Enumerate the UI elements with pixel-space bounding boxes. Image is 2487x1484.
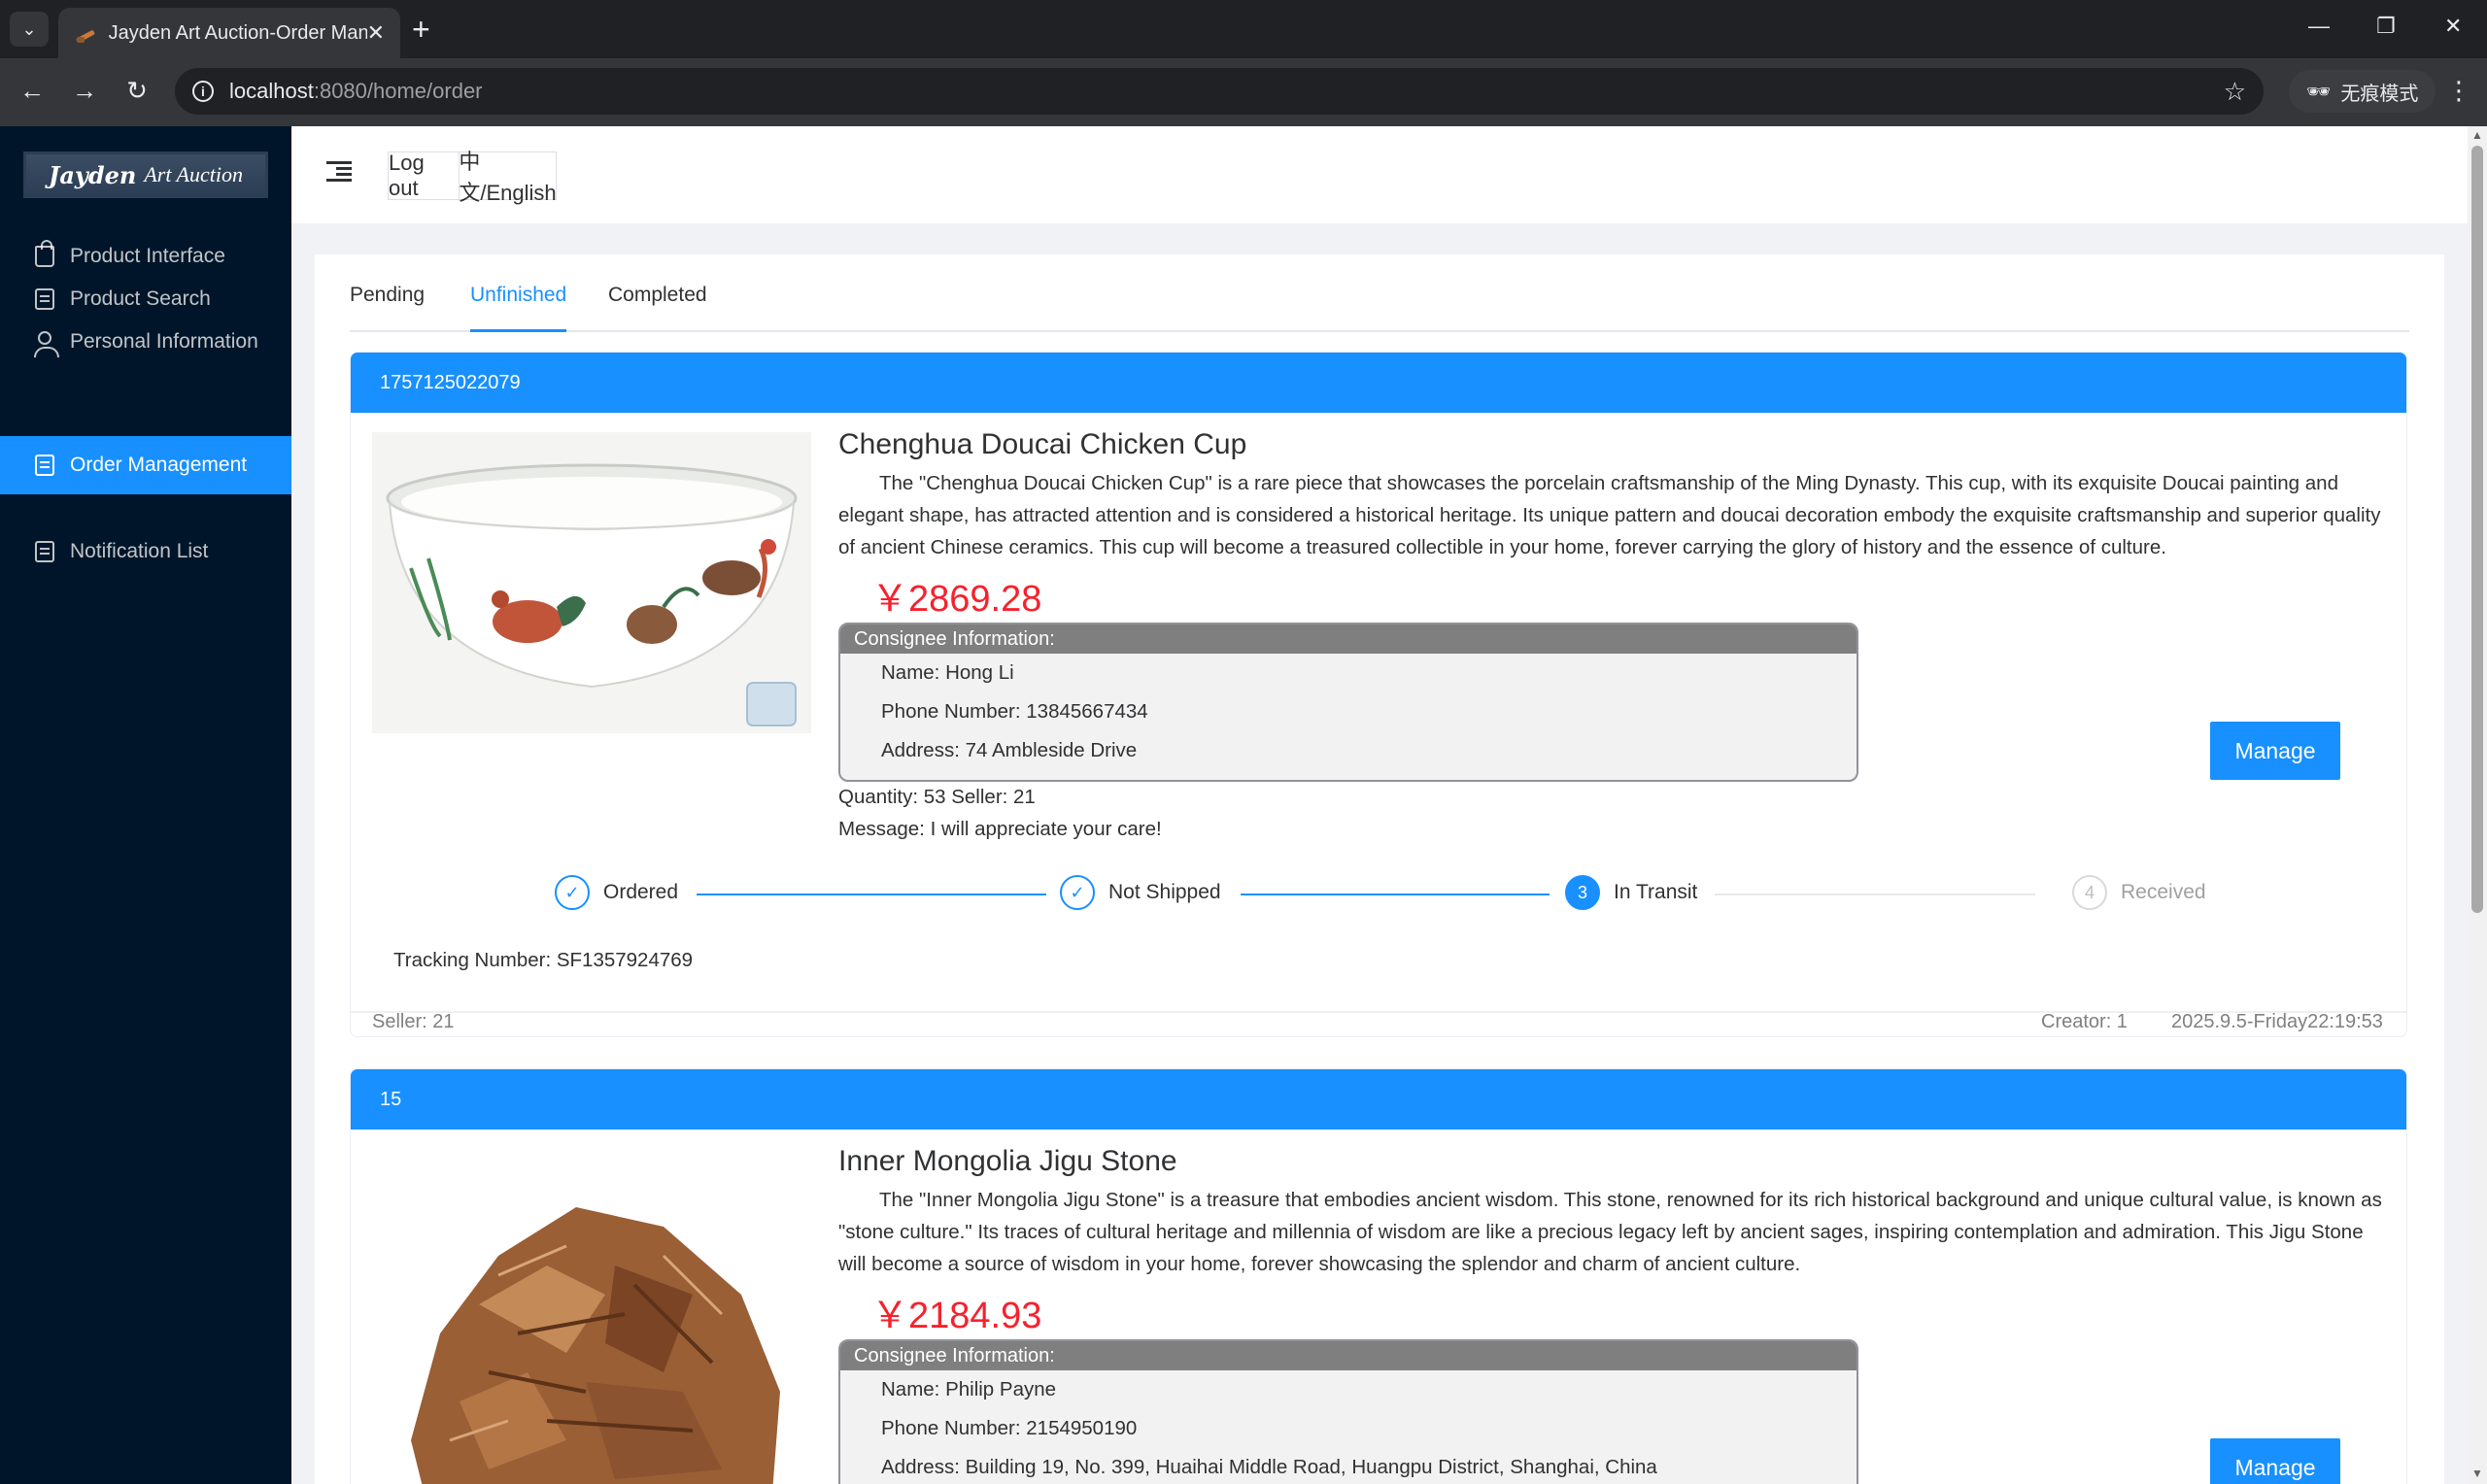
consignee-header: Consignee Information:	[840, 1341, 1857, 1370]
tab-title: Jayden Art Auction-Order Management	[108, 21, 367, 44]
tab-unfinished[interactable]: Unfinished	[470, 276, 567, 332]
footer-seller: Seller: 21	[372, 1011, 455, 1032]
app-logo: Jayden Art Auction	[23, 152, 268, 198]
address-bar[interactable]: i localhost:8080/home/order ☆	[175, 68, 2264, 115]
order-status-tabs: Pending Unfinished Completed	[350, 276, 2409, 332]
footer-date: 2025.9.5-Friday22:19:53	[2171, 1011, 2383, 1032]
product-description: The "Inner Mongolia Jigu Stone" is a tre…	[838, 1189, 2382, 1275]
order-message: Message: I will appreciate your care!	[838, 818, 1162, 840]
order-id-header: 1757125022079	[351, 353, 2406, 413]
check-icon: ✓	[1060, 875, 1095, 910]
browser-menu-icon[interactable]: ⋮	[2446, 76, 2471, 106]
incognito-label: 无痕模式	[2340, 83, 2419, 105]
url-text: localhost:8080/home/order	[229, 79, 483, 103]
footer-creator: Creator: 1	[2041, 1011, 2128, 1032]
step-number-icon: 4	[2072, 875, 2107, 910]
product-price: ￥2184.93	[871, 1296, 1042, 1336]
step-connector	[1715, 894, 2035, 895]
step-label: Not Shipped	[1108, 881, 1221, 903]
logo-text: Art Auction	[144, 162, 243, 186]
sidebar-item-label: Order Management	[70, 454, 248, 476]
tab-list-button[interactable]: ⌄	[10, 12, 49, 47]
logo-bold-text: Jayden	[48, 160, 137, 189]
browser-toolbar: ← → ↻ i localhost:8080/home/order ☆ 🕶 无痕…	[0, 58, 2487, 126]
step-label: Ordered	[603, 881, 679, 903]
product-image-stone	[372, 1149, 811, 1484]
order-card: 15 Inner Mongolia Jigu Stone The "Inner …	[350, 1068, 2407, 1484]
window-close-icon[interactable]: ✕	[2444, 14, 2462, 39]
consignee-address: Address: 74 Ambleside Drive	[881, 739, 1138, 761]
app-header: Log out 中文/English	[291, 126, 2468, 223]
scrollbar-thumb[interactable]	[2471, 146, 2483, 913]
check-icon: ✓	[555, 875, 590, 910]
consignee-header: Consignee Information:	[840, 624, 1857, 654]
step-not-shipped: ✓ Not Shipped	[1060, 875, 1221, 910]
order-id-header: 15	[351, 1069, 2406, 1130]
sidebar-item-label: Notification List	[70, 540, 209, 562]
notification-doc-icon	[35, 541, 54, 562]
tab-pending[interactable]: Pending	[350, 276, 425, 332]
scroll-down-icon[interactable]: ▼	[2471, 1467, 2483, 1480]
sidebar-item-personal-information[interactable]: Personal Information	[0, 313, 291, 371]
favicon-icon	[74, 22, 95, 44]
sidebar: Jayden Art Auction Product Interface Pro…	[0, 126, 291, 1484]
sidebar-item-label: Product Search	[70, 287, 211, 310]
menu-fold-icon[interactable]	[326, 161, 352, 183]
minimize-icon[interactable]: —	[2308, 14, 2330, 39]
consignee-name: Name: Hong Li	[881, 661, 1014, 684]
manage-button[interactable]: Manage	[2210, 1438, 2340, 1484]
step-label: In Transit	[1614, 881, 1698, 903]
browser-tabbar: ⌄ Jayden Art Auction-Order Management ✕ …	[0, 0, 2487, 58]
product-title: Chenghua Doucai Chicken Cup	[838, 428, 1247, 460]
product-title: Inner Mongolia Jigu Stone	[838, 1145, 1177, 1177]
manage-button[interactable]: Manage	[2210, 722, 2340, 780]
forward-icon[interactable]: →	[68, 76, 101, 106]
step-ordered: ✓ Ordered	[555, 875, 678, 910]
sidebar-item-label: Personal Information	[70, 330, 258, 353]
page-scrollbar[interactable]: ▲ ▼	[2468, 126, 2487, 1484]
product-description: The "Chenghua Doucai Chicken Cup" is a r…	[838, 472, 2381, 558]
bookmark-star-icon[interactable]: ☆	[2224, 77, 2246, 107]
incognito-icon: 🕶	[2306, 81, 2332, 103]
step-connector	[1241, 894, 1550, 895]
consignee-info-box: Consignee Information: Name: Hong Li Pho…	[838, 623, 1858, 782]
consignee-name: Name: Philip Payne	[881, 1378, 1057, 1400]
logout-button[interactable]: Log out	[388, 151, 460, 200]
new-tab-button[interactable]: +	[412, 12, 430, 47]
close-tab-icon[interactable]: ✕	[367, 20, 385, 46]
quantity-seller: Quantity: 53 Seller: 21	[838, 786, 1036, 808]
order-icon	[35, 455, 54, 476]
consignee-phone: Phone Number: 13845667434	[881, 700, 1148, 723]
consignee-phone: Phone Number: 2154950190	[881, 1417, 1138, 1439]
tracking-number: Tracking Number: SF1357924769	[393, 949, 694, 971]
back-icon[interactable]: ←	[16, 76, 49, 106]
bag-icon	[35, 240, 54, 267]
step-connector	[697, 894, 1046, 895]
sidebar-item-label: Product Interface	[70, 245, 225, 267]
browser-tab[interactable]: Jayden Art Auction-Order Management ✕	[58, 8, 400, 58]
user-icon	[34, 331, 59, 357]
restore-icon[interactable]: ❐	[2376, 14, 2396, 39]
tab-completed[interactable]: Completed	[608, 276, 707, 332]
order-progress-steps: ✓ Ordered ✓ Not Shipped 3 In Transit 4 R…	[351, 875, 2406, 914]
step-received: 4 Received	[2072, 875, 2206, 910]
order-panel: Pending Unfinished Completed 17571250220…	[315, 254, 2444, 1484]
consignee-info-box: Consignee Information: Name: Philip Payn…	[838, 1339, 1858, 1484]
sidebar-item-notification-list[interactable]: Notification List	[0, 523, 291, 581]
incognito-badge[interactable]: 🕶 无痕模式	[2289, 70, 2436, 113]
product-image-cup	[372, 432, 811, 733]
sidebar-item-order-management[interactable]: Order Management	[0, 436, 291, 494]
consignee-address: Address: Building 19, No. 399, Huaihai M…	[881, 1456, 1657, 1478]
order-card: 1757125022079 Chenghua Doucai Chicken Cu…	[350, 352, 2407, 1037]
scroll-up-icon[interactable]: ▲	[2471, 128, 2483, 142]
product-price: ￥2869.28	[871, 579, 1042, 620]
site-info-icon[interactable]: i	[192, 81, 214, 102]
step-label: Received	[2121, 881, 2206, 903]
search-doc-icon	[35, 288, 54, 310]
language-toggle-button[interactable]: 中文/English	[459, 150, 557, 205]
step-number-icon: 3	[1565, 875, 1600, 910]
step-in-transit: 3 In Transit	[1565, 875, 1697, 910]
reload-icon[interactable]: ↻	[120, 76, 153, 106]
